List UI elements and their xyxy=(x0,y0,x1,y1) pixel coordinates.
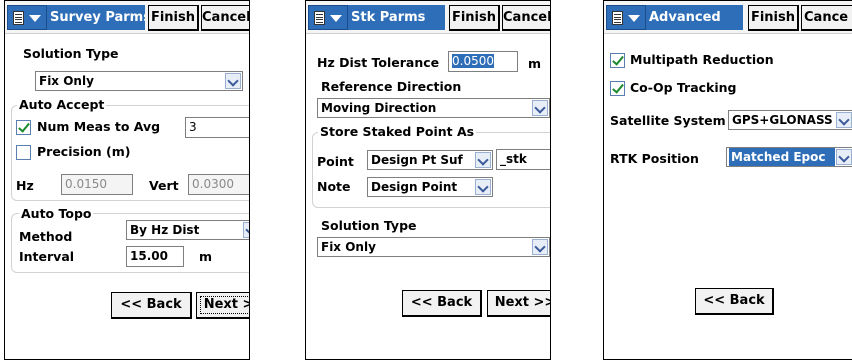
vert-label: Vert xyxy=(149,178,179,193)
chevron-down-icon[interactable] xyxy=(475,179,491,195)
method-select[interactable]: By Hz Dist xyxy=(126,220,249,240)
precision-label: Precision (m) xyxy=(37,144,131,159)
hz-tolerance-unit: m xyxy=(528,56,542,71)
method-label: Method xyxy=(19,229,73,244)
back-button[interactable]: << Back xyxy=(402,290,482,317)
multipath-checkbox[interactable] xyxy=(610,53,625,68)
document-menu-icon[interactable] xyxy=(7,5,47,30)
vert-input: 0.0300 xyxy=(188,174,249,195)
point-value: Design Pt Suf xyxy=(371,153,463,167)
title-bar: Stk Parms Finish Cancel xyxy=(306,1,550,34)
hz-tolerance-value: 0.0500 xyxy=(452,54,494,68)
multipath-label: Multipath Reduction xyxy=(630,52,774,67)
title-bar: Advanced Finish Cance xyxy=(604,1,852,34)
coop-tracking-label: Co-Op Tracking xyxy=(630,80,737,95)
reference-direction-value: Moving Direction xyxy=(321,101,437,115)
satellite-system-label: Satellite System xyxy=(610,113,726,128)
cancel-button[interactable]: Cancel xyxy=(502,5,550,31)
advanced-screen: Advanced Finish Cance Multipath Reductio… xyxy=(603,0,852,360)
interval-label: Interval xyxy=(19,249,75,264)
title-bar: Survey Parms Finish Cancel xyxy=(5,1,249,34)
num-meas-checkbox[interactable] xyxy=(16,120,31,135)
cancel-button[interactable]: Cance xyxy=(801,5,852,31)
solution-type-select[interactable]: Fix Only xyxy=(317,237,550,257)
stk-parms-screen: Stk Parms Finish Cancel Hz Dist Toleranc… xyxy=(305,0,551,360)
hz-label: Hz xyxy=(16,178,34,193)
chevron-down-icon[interactable] xyxy=(243,222,249,238)
chevron-down-icon[interactable] xyxy=(225,73,241,89)
window-title: Advanced xyxy=(646,5,743,30)
suffix-input[interactable]: _stk xyxy=(496,149,550,170)
next-button[interactable]: Next >> xyxy=(487,290,550,317)
reference-direction-label: Reference Direction xyxy=(321,79,462,94)
chevron-down-icon[interactable] xyxy=(532,239,548,255)
chevron-down-icon[interactable] xyxy=(836,149,852,165)
note-value: Design Point xyxy=(371,180,458,194)
auto-accept-label: Auto Accept xyxy=(17,97,107,113)
point-select[interactable]: Design Pt Suf xyxy=(367,150,493,170)
note-label: Note xyxy=(317,179,351,194)
method-value: By Hz Dist xyxy=(130,223,200,237)
solution-type-value: Fix Only xyxy=(321,240,376,254)
chevron-down-icon[interactable] xyxy=(475,152,491,168)
note-select[interactable]: Design Point xyxy=(367,177,493,197)
chevron-down-icon[interactable] xyxy=(532,100,548,116)
finish-button[interactable]: Finish xyxy=(449,5,500,31)
finish-button[interactable]: Finish xyxy=(148,5,199,31)
hz-tolerance-input[interactable]: 0.0500 xyxy=(448,51,518,72)
interval-input[interactable]: 15.00 xyxy=(126,246,184,267)
point-label: Point xyxy=(317,154,354,169)
solution-type-select[interactable]: Fix Only xyxy=(35,71,243,91)
chevron-down-icon[interactable] xyxy=(836,112,852,128)
hz-tolerance-label: Hz Dist Tolerance xyxy=(317,55,440,70)
num-meas-label: Num Meas to Avg xyxy=(37,119,161,134)
satellite-system-value: GPS+GLONASS xyxy=(732,113,833,127)
finish-button[interactable]: Finish xyxy=(748,5,799,31)
interval-unit: m xyxy=(199,249,213,264)
window-title: Stk Parms xyxy=(348,5,445,30)
hz-input: 0.0150 xyxy=(61,174,133,195)
document-menu-icon[interactable] xyxy=(606,5,646,30)
num-meas-input[interactable]: 3 xyxy=(185,117,249,138)
store-staked-label: Store Staked Point As xyxy=(318,124,477,140)
next-button[interactable]: Next >> xyxy=(196,292,249,319)
rtk-position-value: Matched Epoc xyxy=(729,148,835,166)
solution-type-label: Solution Type xyxy=(23,46,119,61)
solution-type-label: Solution Type xyxy=(321,218,417,233)
coop-tracking-checkbox[interactable] xyxy=(610,81,625,96)
back-button[interactable]: << Back xyxy=(695,288,774,315)
survey-parms-screen: Survey Parms Finish Cancel Solution Type… xyxy=(4,0,250,360)
precision-checkbox[interactable] xyxy=(16,145,31,160)
solution-type-value: Fix Only xyxy=(39,74,94,88)
satellite-system-select[interactable]: GPS+GLONASS xyxy=(728,110,852,130)
window-title: Survey Parms xyxy=(47,5,145,30)
cancel-button[interactable]: Cancel xyxy=(201,5,249,31)
back-button[interactable]: << Back xyxy=(111,292,192,319)
document-menu-icon[interactable] xyxy=(308,5,348,30)
rtk-position-label: RTK Position xyxy=(610,151,699,166)
auto-topo-label: Auto Topo xyxy=(19,206,94,222)
rtk-position-select[interactable]: Matched Epoc xyxy=(726,147,852,167)
reference-direction-select[interactable]: Moving Direction xyxy=(317,98,550,118)
